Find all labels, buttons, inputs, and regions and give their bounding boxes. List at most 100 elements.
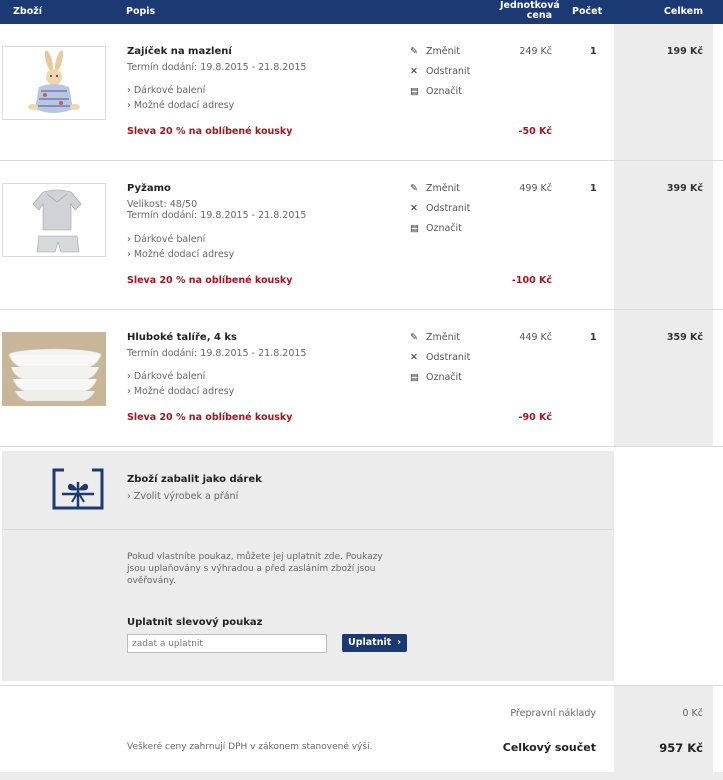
mark-button[interactable]: ▤ Označit (410, 223, 462, 234)
mark-button[interactable]: ▤ Označit (410, 372, 462, 383)
product-image-pajamas[interactable] (2, 183, 106, 257)
quantity: 1 (590, 332, 597, 343)
shipping-value: 0 Kč (682, 708, 703, 719)
gift-wrap-label: Dárkové balení (133, 234, 206, 245)
mark-label: Označit (426, 223, 462, 234)
row-divider (0, 160, 723, 161)
remove-label: Odstranit (426, 203, 471, 214)
change-button[interactable]: ✎ Změnit (410, 332, 460, 343)
apply-coupon-label: Uplatnit (348, 637, 392, 648)
chevron-right-icon: › (127, 386, 131, 397)
delivery-date: Termín dodání: 19.8.2015 - 21.8.2015 (127, 348, 307, 359)
close-icon: ✕ (410, 352, 418, 363)
product-image-bunny[interactable] (2, 46, 106, 120)
discount-label: Sleva 20 % na oblíbené kousky (127, 126, 293, 137)
gift-wrap-link[interactable]: › Dárkové balení (127, 85, 205, 96)
chevron-right-icon: › (127, 100, 131, 111)
chevron-right-icon: › (397, 637, 401, 648)
discount-label: Sleva 20 % na oblíbené kousky (127, 412, 293, 423)
change-label: Změnit (426, 46, 460, 57)
note-icon: ▤ (410, 86, 419, 97)
line-total: 399 Kč (666, 183, 703, 194)
delivery-date: Termín dodání: 19.8.2015 - 21.8.2015 (127, 62, 307, 73)
close-icon: ✕ (410, 66, 418, 77)
change-label: Změnit (426, 332, 460, 343)
gift-wrap-label: Dárkové balení (133, 371, 206, 382)
delivery-addresses-link[interactable]: › Možné dodací adresy (127, 100, 234, 111)
pencil-icon: ✎ (410, 46, 418, 57)
choose-product-label: Zvolit výrobek a přání (133, 491, 239, 502)
delivery-date: Termín dodání: 19.8.2015 - 21.8.2015 (127, 210, 307, 221)
pajamas-image (3, 184, 105, 256)
quantity: 1 (590, 46, 597, 57)
chevron-right-icon: › (127, 249, 131, 260)
addresses-label: Možné dodací adresy (133, 249, 235, 260)
addresses-label: Možné dodací adresy (133, 386, 235, 397)
change-button[interactable]: ✎ Změnit (410, 46, 460, 57)
note-icon: ▤ (410, 223, 419, 234)
quantity: 1 (590, 183, 597, 194)
discount-value: -90 Kč (518, 412, 552, 423)
remove-button[interactable]: ✕ Odstranit (410, 66, 470, 77)
unit-price: 499 Kč (519, 183, 552, 194)
gift-wrap-link[interactable]: › Dárkové balení (127, 234, 205, 245)
bunny-image (3, 47, 105, 119)
unit-price: 449 Kč (519, 332, 552, 343)
chevron-right-icon: › (127, 234, 131, 245)
delivery-addresses-link[interactable]: › Možné dodací adresy (127, 249, 234, 260)
product-title[interactable]: Pyžamo (127, 183, 171, 194)
header-quantity: Počet (572, 6, 603, 17)
addresses-label: Možné dodací adresy (133, 100, 235, 111)
panel-divider (2, 529, 614, 530)
unit-price: 249 Kč (519, 46, 552, 57)
bottom-strip (0, 772, 723, 780)
grand-total-label: Celkový součet (502, 741, 596, 754)
chevron-right-icon: › (127, 371, 131, 382)
remove-label: Odstranit (426, 352, 471, 363)
row-divider (0, 309, 723, 310)
shipping-label: Přepravní náklady (510, 708, 596, 719)
remove-button[interactable]: ✕ Odstranit (410, 203, 470, 214)
gift-wrap-link[interactable]: › Dárkové balení (127, 371, 205, 382)
change-button[interactable]: ✎ Změnit (410, 183, 460, 194)
gift-wrap-title: Zboží zabalit jako dárek (127, 474, 262, 485)
line-total: 199 Kč (666, 46, 703, 57)
close-icon: ✕ (410, 203, 418, 214)
vat-note: Veškeré ceny zahrnují DPH v zákonem stan… (127, 742, 373, 752)
row-divider (0, 446, 723, 447)
remove-label: Odstranit (426, 66, 471, 77)
mark-button[interactable]: ▤ Označit (410, 86, 462, 97)
product-title[interactable]: Zajíček na mazlení (127, 46, 232, 57)
plates-image (3, 333, 105, 405)
pencil-icon: ✎ (410, 183, 418, 194)
chevron-right-icon: › (127, 491, 131, 502)
mark-label: Označit (426, 86, 462, 97)
total-column-background (614, 24, 713, 447)
cart-table-header: Zboží Popis Jednotková cena Počet Celkem (0, 0, 723, 24)
pencil-icon: ✎ (410, 332, 418, 343)
remove-button[interactable]: ✕ Odstranit (410, 352, 470, 363)
discount-label: Sleva 20 % na oblíbené kousky (127, 275, 293, 286)
product-image-plates[interactable] (2, 332, 106, 406)
coupon-info-text: Pokud vlastníte poukaz, můžete jej uplat… (127, 552, 383, 586)
grand-total-value: 957 Kč (659, 741, 703, 755)
coupon-input[interactable] (127, 634, 327, 653)
gift-wrap-label: Dárkové balení (133, 85, 206, 96)
delivery-addresses-link[interactable]: › Možné dodací adresy (127, 386, 234, 397)
gift-box-icon (52, 464, 104, 513)
product-size: Velikost: 48/50 (127, 199, 198, 210)
header-description: Popis (126, 6, 156, 17)
discount-value: -50 Kč (518, 126, 552, 137)
apply-coupon-button[interactable]: Uplatnit › (342, 634, 407, 652)
change-label: Změnit (426, 183, 460, 194)
choose-product-link[interactable]: › Zvolit výrobek a přání (127, 491, 238, 502)
product-title[interactable]: Hluboké talíře, 4 ks (127, 332, 237, 343)
header-total: Celkem (663, 6, 703, 17)
mark-label: Označit (426, 372, 462, 383)
note-icon: ▤ (410, 372, 419, 383)
line-total: 359 Kč (666, 332, 703, 343)
summary-total-column (614, 686, 713, 772)
discount-value: -100 Kč (511, 275, 552, 286)
header-item: Zboží (13, 6, 43, 17)
chevron-right-icon: › (127, 85, 131, 96)
